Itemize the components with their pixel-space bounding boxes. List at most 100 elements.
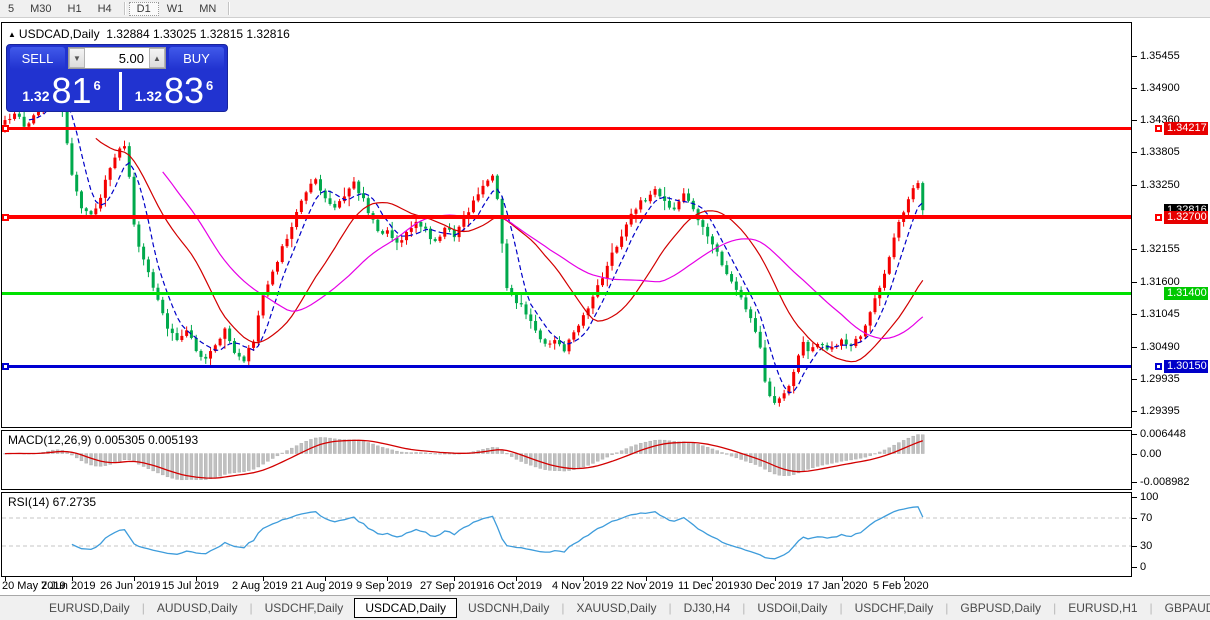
tab-dj30-h4[interactable]: DJ30,H4 xyxy=(673,598,742,618)
date-tick-label: 26 Jun 2019 xyxy=(100,580,161,592)
date-tick-label: 22 Nov 2019 xyxy=(611,580,673,592)
tab-usdoil-daily[interactable]: USDOil,Daily xyxy=(746,598,838,618)
price-tick-label: 1.29395 xyxy=(1140,405,1180,417)
buy-button[interactable]: BUY xyxy=(169,47,224,69)
timeframe-button-mn[interactable]: MN xyxy=(191,2,224,16)
rsi-tick-label: 30 xyxy=(1140,540,1152,552)
date-axis: 20 May 20197 Jun 201926 Jun 201915 Jul 2… xyxy=(0,577,1131,594)
date-tick-label: 2 Aug 2019 xyxy=(232,580,288,592)
sell-price-pip: 6 xyxy=(94,78,101,93)
timeframe-button-w1[interactable]: W1 xyxy=(159,2,192,16)
date-tick-label: 17 Jan 2020 xyxy=(807,580,868,592)
axis-tick xyxy=(1132,185,1137,186)
timeframe-toolbar: 5M30H1H4 D1W1MN xyxy=(0,0,1210,18)
axis-tick xyxy=(1132,518,1137,519)
volume-increase-button[interactable]: ▲ xyxy=(149,48,165,68)
buy-price-big: 83 xyxy=(164,73,204,109)
tab-eurusd-h1[interactable]: EURUSD,H1 xyxy=(1057,598,1148,618)
sell-price-prefix: 1.32 xyxy=(22,88,49,104)
date-tick-label: 4 Nov 2019 xyxy=(552,580,608,592)
tab-gbpaud-h1[interactable]: GBPAUD,H1 xyxy=(1154,598,1210,618)
tab-eurusd-daily[interactable]: EURUSD,Daily xyxy=(38,598,141,618)
date-tick-label: 7 Jun 2019 xyxy=(41,580,95,592)
timeframe-button-d1[interactable]: D1 xyxy=(129,2,159,16)
price-tick-label: 1.30490 xyxy=(1140,341,1180,353)
chart-title: ▲USDCAD,Daily 1.32884 1.33025 1.32815 1.… xyxy=(8,27,290,41)
timeframe-button-5[interactable]: 5 xyxy=(0,2,22,16)
axis-tick xyxy=(1132,152,1137,153)
line-handle-icon[interactable] xyxy=(2,214,9,221)
tab-xauusd-daily[interactable]: XAUUSD,Daily xyxy=(565,598,667,618)
price-tick-label: 1.33250 xyxy=(1140,179,1180,191)
line-handle-icon[interactable] xyxy=(1155,125,1162,132)
one-click-trading-panel: SELL ▼ 5.00 ▲ BUY 1.32 81 6 1.32 83 6 xyxy=(6,44,228,112)
sell-price-box[interactable]: 1.32 81 6 xyxy=(8,72,115,110)
volume-value[interactable]: 5.00 xyxy=(85,48,149,68)
axis-tick xyxy=(1132,314,1137,315)
date-tick-label: 16 Oct 2019 xyxy=(482,580,542,592)
price-axis: 1.354551.349001.343601.338051.332501.321… xyxy=(1132,0,1210,595)
axis-tick xyxy=(1132,347,1137,348)
tab-usdchf-daily[interactable]: USDCHF,Daily xyxy=(254,598,355,618)
rsi-canvas xyxy=(2,493,1131,576)
horizontal-line-1.34217[interactable] xyxy=(2,127,1131,130)
horizontal-line-1.32700[interactable] xyxy=(2,215,1131,219)
horizontal-line-1.31400[interactable] xyxy=(2,292,1131,295)
axis-tick xyxy=(1132,88,1137,89)
date-tick-label: 5 Feb 2020 xyxy=(873,580,929,592)
price-tick-label: 1.29935 xyxy=(1140,373,1180,385)
toolbar-separator xyxy=(124,2,125,15)
collapse-triangle-icon[interactable]: ▲ xyxy=(8,30,16,39)
line-handle-icon[interactable] xyxy=(2,363,9,370)
buy-price-box[interactable]: 1.32 83 6 xyxy=(119,72,226,110)
tab-gbpusd-daily[interactable]: GBPUSD,Daily xyxy=(949,598,1052,618)
volume-decrease-button[interactable]: ▼ xyxy=(69,48,85,68)
rsi-tick-label: 100 xyxy=(1140,491,1158,503)
horizontal-line-1.30150[interactable] xyxy=(2,365,1131,368)
line-price-label: 1.34217 xyxy=(1164,122,1208,135)
axis-tick xyxy=(1132,120,1137,121)
date-tick-label: 30 Dec 2019 xyxy=(740,580,802,592)
rsi-pane[interactable] xyxy=(1,492,1132,577)
buy-price-pip: 6 xyxy=(206,78,213,93)
macd-tick-label: -0.008982 xyxy=(1140,476,1190,488)
price-tick-label: 1.31045 xyxy=(1140,308,1180,320)
line-price-label: 1.30150 xyxy=(1164,360,1208,373)
tab-audusd-daily[interactable]: AUDUSD,Daily xyxy=(146,598,249,618)
tab-usdchf-daily[interactable]: USDCHF,Daily xyxy=(844,598,945,618)
axis-tick xyxy=(1132,546,1137,547)
timeframe-button-h4[interactable]: H4 xyxy=(90,2,120,16)
line-price-label: 1.31400 xyxy=(1164,287,1208,300)
axis-tick xyxy=(1132,497,1137,498)
axis-tick xyxy=(1132,411,1137,412)
price-tick-label: 1.33805 xyxy=(1140,146,1180,158)
date-tick-label: 27 Sep 2019 xyxy=(420,580,482,592)
date-tick-label: 21 Aug 2019 xyxy=(291,580,353,592)
axis-tick xyxy=(1132,282,1137,283)
buy-price-prefix: 1.32 xyxy=(135,88,162,104)
line-handle-icon[interactable] xyxy=(2,125,9,132)
price-tick-label: 1.31600 xyxy=(1140,276,1180,288)
toolbar-separator xyxy=(228,2,229,15)
line-handle-icon[interactable] xyxy=(1155,363,1162,370)
tab-usdcad-daily[interactable]: USDCAD,Daily xyxy=(354,598,457,618)
sell-button[interactable]: SELL xyxy=(10,47,65,69)
axis-tick xyxy=(1132,482,1137,483)
rsi-tick-label: 70 xyxy=(1140,512,1152,524)
rsi-tick-label: 0 xyxy=(1140,561,1146,573)
axis-tick xyxy=(1132,567,1137,568)
rsi-label: RSI(14) 67.2735 xyxy=(8,495,96,509)
timeframe-button-h1[interactable]: H1 xyxy=(60,2,90,16)
chart-tab-bar: EURUSD,Daily|AUDUSD,Daily|USDCHF,DailyUS… xyxy=(0,595,1210,620)
macd-tick-label: 0.006448 xyxy=(1140,428,1186,440)
timeframe-button-m30[interactable]: M30 xyxy=(22,2,59,16)
date-tick-label: 15 Jul 2019 xyxy=(162,580,219,592)
price-tick-label: 1.35455 xyxy=(1140,50,1180,62)
line-price-label: 1.32700 xyxy=(1164,211,1208,224)
line-handle-icon[interactable] xyxy=(1155,214,1162,221)
tab-usdcnh-daily[interactable]: USDCNH,Daily xyxy=(457,598,560,618)
price-tick-label: 1.32155 xyxy=(1140,243,1180,255)
axis-tick xyxy=(1132,249,1137,250)
axis-tick xyxy=(1132,56,1137,57)
axis-tick xyxy=(1132,379,1137,380)
